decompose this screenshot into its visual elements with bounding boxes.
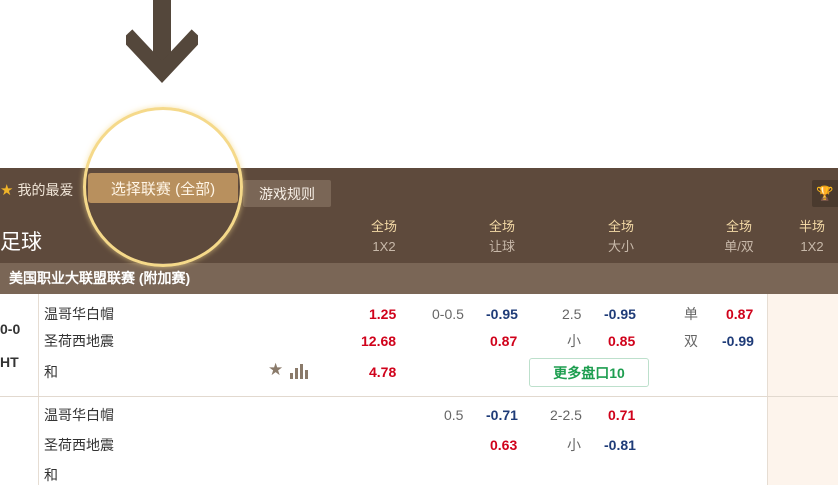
star-icon: ★ bbox=[0, 182, 14, 199]
odd-label: 单 bbox=[684, 306, 698, 322]
draw-label: 和 bbox=[44, 364, 58, 380]
select-league-button[interactable]: 选择联赛 (全部) bbox=[88, 173, 238, 203]
even-label: 双 bbox=[684, 333, 698, 349]
home-team[interactable]: 温哥华白帽 bbox=[44, 405, 114, 425]
column-divider bbox=[767, 294, 768, 485]
row-divider bbox=[0, 396, 838, 397]
odds-even[interactable]: -0.99 bbox=[722, 331, 754, 351]
sport-title: 足球 bbox=[0, 231, 42, 254]
col-header-ht-1x2: 半场 1X2 bbox=[798, 219, 825, 254]
down-arrow-icon bbox=[126, 0, 198, 83]
col-header-ft-1x2: 全场 1X2 bbox=[370, 219, 397, 254]
handicap-line: 0.5 bbox=[444, 407, 464, 423]
home-team[interactable]: 温哥华白帽 bbox=[44, 304, 114, 324]
odds-under[interactable]: 0.85 bbox=[608, 331, 635, 351]
match-score: 0-0 bbox=[0, 321, 21, 337]
odds-odd[interactable]: 0.87 bbox=[726, 304, 753, 324]
trophy-button[interactable]: 🏆 bbox=[812, 180, 838, 207]
overunder-line: 2-2.5 bbox=[550, 407, 582, 423]
favorite-star-icon[interactable]: ★ bbox=[268, 360, 283, 380]
draw-label: 和 bbox=[44, 467, 58, 483]
odds-over[interactable]: 0.71 bbox=[608, 405, 635, 425]
odds-handicap-home[interactable]: -0.95 bbox=[486, 304, 518, 324]
col-header-ft-handicap: 全场 让球 bbox=[488, 219, 515, 254]
handicap-line: 0-0.5 bbox=[432, 306, 464, 322]
away-team[interactable]: 圣荷西地震 bbox=[44, 435, 114, 455]
under-label: 小 bbox=[567, 437, 581, 453]
more-markets-button[interactable]: 更多盘口10 bbox=[529, 358, 649, 387]
favorites-label: 我的最爱 bbox=[17, 182, 74, 198]
away-team[interactable]: 圣荷西地震 bbox=[44, 331, 114, 351]
overunder-line: 2.5 bbox=[562, 306, 582, 322]
col-header-ft-oddeven: 全场 单/双 bbox=[724, 219, 754, 254]
odds-home-1x2[interactable]: 1.25 bbox=[369, 304, 396, 324]
league-name-bar[interactable]: 美国职业大联盟联赛 (附加赛) bbox=[0, 263, 838, 294]
under-label: 小 bbox=[567, 333, 581, 349]
game-rules-button[interactable]: 游戏规则 bbox=[243, 180, 331, 207]
odds-under[interactable]: -0.81 bbox=[604, 435, 636, 455]
odds-draw-1x2[interactable]: 4.78 bbox=[369, 362, 396, 382]
odds-over[interactable]: -0.95 bbox=[604, 304, 636, 324]
half-time-pane bbox=[767, 294, 838, 485]
trophy-icon: 🏆 bbox=[816, 185, 834, 201]
odds-handicap-home[interactable]: -0.71 bbox=[486, 405, 518, 425]
column-divider bbox=[38, 294, 39, 485]
favorites-button[interactable]: ★ 我的最爱 bbox=[0, 180, 73, 200]
odds-away-1x2[interactable]: 12.68 bbox=[361, 331, 396, 351]
match-time: HT bbox=[0, 354, 19, 370]
col-header-ft-overunder: 全场 大小 bbox=[607, 219, 634, 254]
stats-icon[interactable] bbox=[290, 364, 308, 379]
odds-handicap-away[interactable]: 0.63 bbox=[490, 435, 517, 455]
odds-handicap-away[interactable]: 0.87 bbox=[490, 331, 517, 351]
